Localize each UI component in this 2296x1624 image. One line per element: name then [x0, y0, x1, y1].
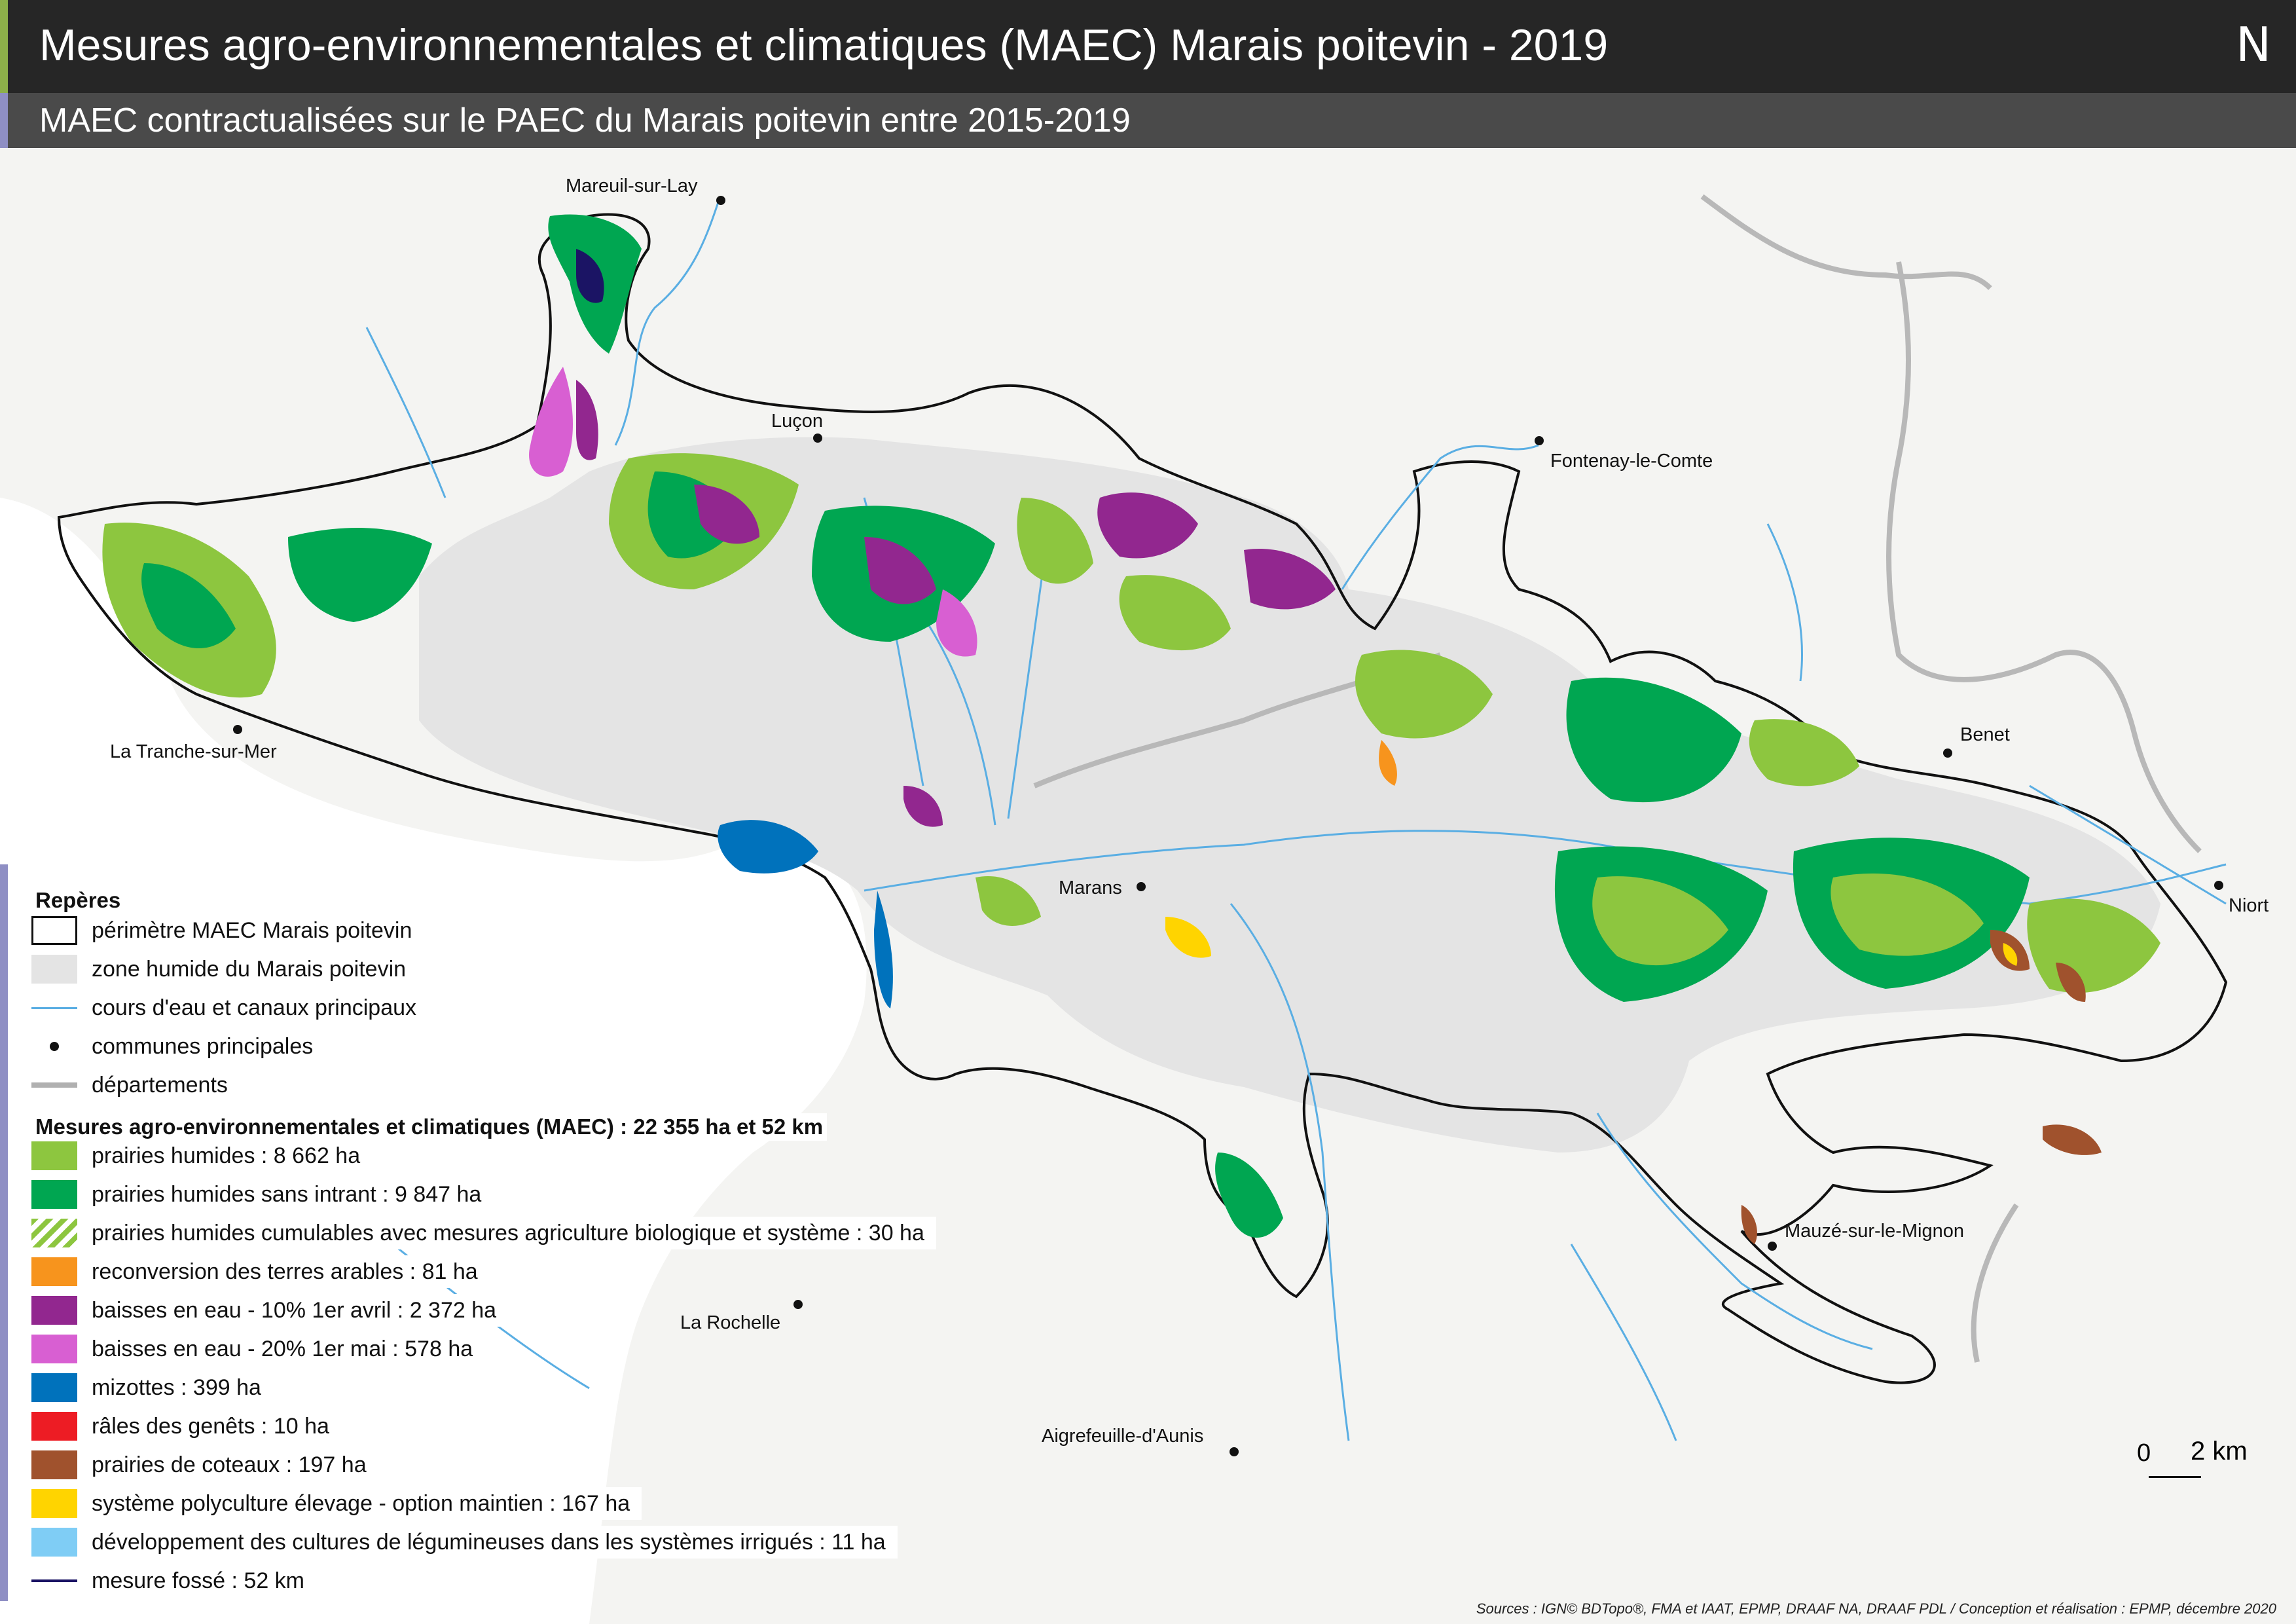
place-label: Benet	[1960, 724, 2010, 745]
legend-swatch	[31, 1082, 77, 1088]
legend-label: prairies humides sans intrant : 9 847 ha	[92, 1181, 482, 1207]
sources-credit: Sources : IGN© BDTopo®, FMA et IAAT, EPM…	[1476, 1600, 2276, 1617]
legend-swatch	[31, 1412, 77, 1441]
place-label: Niort	[2229, 895, 2269, 916]
legend-swatch	[31, 1219, 77, 1247]
legend-label: prairies humides cumulables avec mesures…	[92, 1220, 924, 1246]
scale-distance: 2 km	[2191, 1437, 2248, 1466]
legend-swatch	[31, 1006, 77, 1009]
legend-item: mesure fossé : 52 km	[31, 1564, 317, 1597]
legend-label: développement des cultures de légumineus…	[92, 1529, 886, 1555]
legend-label: communes principales	[92, 1033, 314, 1059]
legend-item: baisses en eau - 20% 1er mai : 578 ha	[31, 1333, 485, 1365]
legend-swatch	[31, 1180, 77, 1209]
map-legend: Repères périmètre MAEC Marais poitevin z…	[0, 864, 1028, 1601]
north-arrow-icon: N	[2236, 17, 2271, 72]
legend-label: baisses en eau - 10% 1er avril : 2 372 h…	[92, 1297, 497, 1323]
map-subtitle: MAEC contractualisées sur le PAEC du Mar…	[39, 101, 1131, 139]
legend-label: mesure fossé : 52 km	[92, 1568, 305, 1593]
legend-accent	[0, 864, 8, 1601]
legend-swatch	[31, 1579, 77, 1582]
legend-item: système polyculture élevage - option mai…	[31, 1487, 642, 1520]
legend-swatch	[31, 1257, 77, 1286]
legend-item: prairies humides cumulables avec mesures…	[31, 1217, 936, 1249]
place-label: Aigrefeuille-d'Aunis	[1042, 1426, 1204, 1447]
legend-swatch	[31, 1141, 77, 1170]
legend-swatch	[31, 1335, 77, 1363]
scale-zero: 0	[2137, 1439, 2151, 1467]
legend-label: cours d'eau et canaux principaux	[92, 995, 417, 1020]
legend-reperes-title: Repères	[31, 887, 125, 914]
scale-bar: 0 2 km	[2137, 1437, 2248, 1485]
legend-item: zone humide du Marais poitevin	[31, 953, 418, 986]
legend-item: départements	[31, 1069, 240, 1101]
place-label: Mauzé-sur-le-Mignon	[1785, 1221, 1964, 1242]
legend-label: mizottes : 399 ha	[92, 1375, 261, 1400]
place-label: Mareuil-sur-Lay	[566, 175, 698, 196]
legend-swatch	[31, 955, 77, 984]
place-label: Fontenay-le-Comte	[1550, 451, 1713, 471]
legend-swatch	[31, 1489, 77, 1518]
legend-label: prairies de coteaux : 197 ha	[92, 1452, 367, 1477]
legend-label: prairies humides : 8 662 ha	[92, 1143, 361, 1168]
legend-swatch	[31, 1373, 77, 1402]
legend-item: prairies humides : 8 662 ha	[31, 1139, 373, 1172]
legend-swatch	[31, 1032, 77, 1061]
title-accent	[0, 0, 8, 93]
legend-item: cours d'eau et canaux principaux	[31, 991, 429, 1024]
legend-item: périmètre MAEC Marais poitevin	[31, 914, 424, 947]
legend-label: système polyculture élevage - option mai…	[92, 1490, 630, 1516]
place-label: Marans	[1059, 877, 1122, 898]
legend-item: prairies humides sans intrant : 9 847 ha	[31, 1178, 494, 1211]
subtitle-accent	[0, 93, 8, 148]
town-dot-icon	[50, 1042, 59, 1051]
legend-item: développement des cultures de légumineus…	[31, 1526, 898, 1559]
legend-swatch	[31, 1528, 77, 1557]
legend-item: baisses en eau - 10% 1er avril : 2 372 h…	[31, 1294, 509, 1327]
place-label: Luçon	[771, 411, 824, 432]
legend-item: reconversion des terres arables : 81 ha	[31, 1255, 490, 1288]
legend-item: râles des genêts : 10 ha	[31, 1410, 341, 1443]
legend-label: reconversion des terres arables : 81 ha	[92, 1259, 478, 1284]
legend-item: mizottes : 399 ha	[31, 1371, 273, 1404]
legend-maec-title: Mesures agro-environnementales et climat…	[31, 1113, 828, 1141]
legend-label: périmètre MAEC Marais poitevin	[92, 917, 412, 943]
place-label: La Tranche-sur-Mer	[110, 741, 277, 762]
legend-swatch	[31, 1296, 77, 1325]
legend-label: zone humide du Marais poitevin	[92, 956, 407, 982]
legend-label: baisses en eau - 20% 1er mai : 578 ha	[92, 1336, 473, 1361]
scale-line	[2149, 1476, 2201, 1478]
legend-swatch	[31, 1450, 77, 1479]
legend-item: communes principales	[31, 1030, 325, 1063]
legend-item: prairies de coteaux : 197 ha	[31, 1449, 378, 1481]
legend-label: râles des genêts : 10 ha	[92, 1413, 329, 1439]
map-title: Mesures agro-environnementales et climat…	[39, 20, 1609, 70]
legend-swatch	[31, 916, 77, 945]
legend-label: départements	[92, 1072, 228, 1098]
